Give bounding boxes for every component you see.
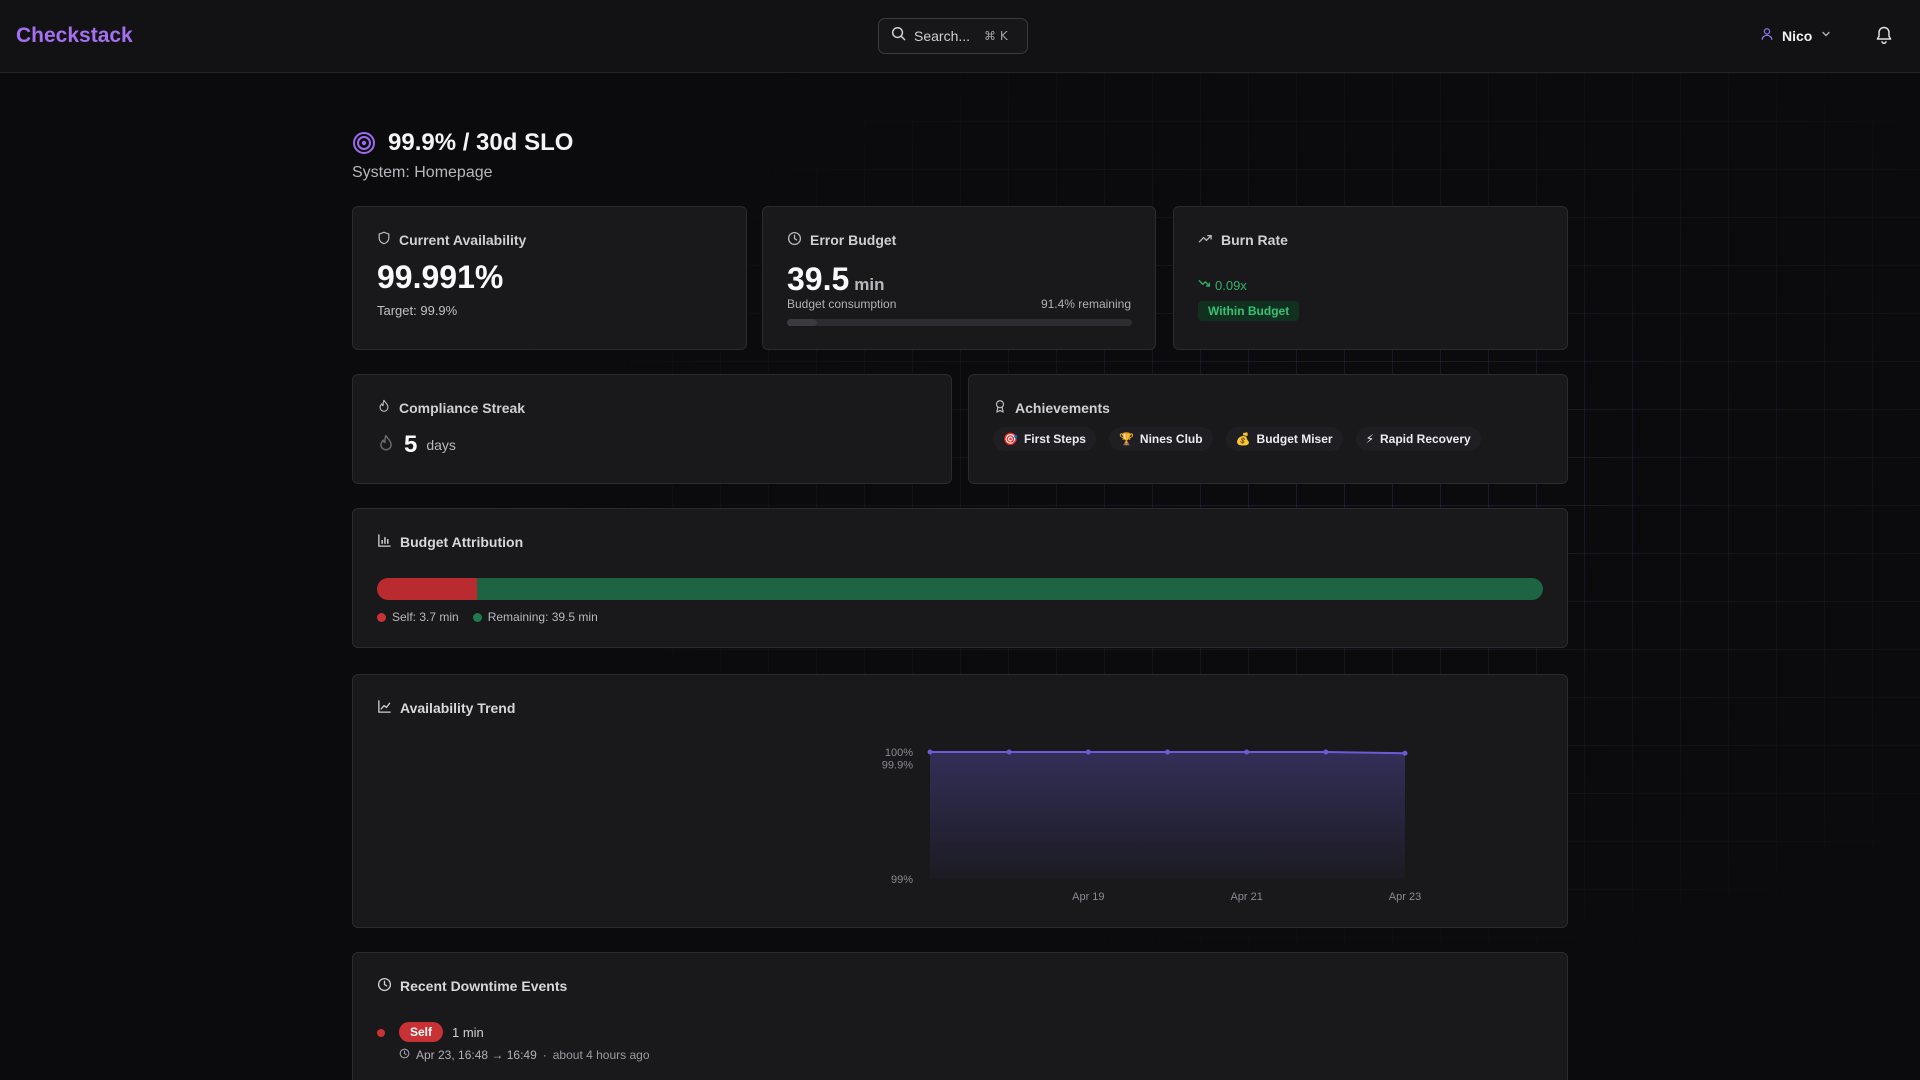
budget-consumption-label: Budget consumption — [787, 297, 897, 311]
trend-point[interactable] — [927, 749, 933, 755]
search-shortcut: ⌘ K — [984, 29, 1008, 43]
error-budget-unit: min — [854, 275, 885, 294]
event-relative-time: about 4 hours ago — [552, 1048, 650, 1062]
user-name: Nico — [1782, 28, 1813, 44]
error-budget-card: Error Budget 39.5 min Budget consumption… — [762, 206, 1156, 350]
notifications-bell-icon[interactable] — [1874, 25, 1894, 50]
bar-chart-icon — [377, 533, 392, 551]
availability-trend-chart: 100%99.9% 99% Apr 19 Apr 21 Apr 23 — [882, 747, 1421, 903]
achievement-chip[interactable]: 💰 Budget Miser — [1225, 427, 1343, 451]
user-icon — [1760, 27, 1774, 46]
attribution-title: Budget Attribution — [400, 534, 524, 550]
error-budget-title: Error Budget — [810, 232, 897, 248]
x-tick-label: Apr 19 — [1072, 891, 1104, 903]
event-time-range: Apr 23, 16:48 → 16:49 — [416, 1048, 537, 1062]
search-button[interactable]: Search... ⌘ K — [878, 18, 1028, 54]
event-duration: 1 min — [452, 1025, 484, 1040]
legend-self: Self: 3.7 min — [377, 610, 459, 624]
error-budget-value-row: 39.5 min — [787, 261, 885, 298]
target-icon — [352, 131, 376, 160]
achievement-label: Budget Miser — [1256, 432, 1333, 446]
budget-attribution-card: Budget Attribution Self: 3.7 min Remaini… — [352, 508, 1568, 648]
clock-icon — [377, 977, 392, 995]
streak-title: Compliance Streak — [399, 399, 526, 416]
achievement-chip[interactable]: ⚡ Rapid Recovery — [1355, 427, 1481, 451]
y-tick-label: 100% — [885, 747, 913, 759]
y-tick-label: 99% — [891, 874, 913, 886]
award-icon — [993, 399, 1007, 416]
availability-target: Target: 99.9% — [377, 303, 458, 318]
availability-title: Current Availability — [399, 231, 527, 248]
downtime-title: Recent Downtime Events — [400, 978, 568, 994]
streak-unit: days — [426, 437, 456, 453]
chevron-down-icon — [1820, 27, 1832, 45]
availability-trend-card: Availability Trend 100% 99.9% 99% Apr 19 Apr… — [352, 674, 1568, 928]
achievement-label: Nines Club — [1139, 432, 1203, 446]
attribution-self-segment — [377, 578, 477, 600]
legend-remaining: Remaining: 39.5 min — [472, 610, 598, 624]
achievement-label: First Steps — [1023, 432, 1086, 446]
trend-point[interactable] — [1244, 749, 1250, 755]
lightning-icon: ⚡ — [1365, 432, 1374, 446]
achievements-title: Achievements — [1015, 399, 1110, 416]
trending-down-icon — [1198, 277, 1211, 293]
compliance-streak-card: Compliance Streak 5 days — [352, 374, 952, 484]
availability-card: Current Availability 99.991% Target: 99.… — [352, 206, 747, 350]
achievements-card: Achievements 🎯 First Steps 🏆 Nines Club … — [968, 374, 1568, 484]
legend-remaining-label: Remaining: 39.5 min — [487, 610, 598, 624]
streak-value: 5 — [404, 431, 418, 458]
budget-progress-bar — [787, 319, 1132, 326]
trend-point[interactable] — [1323, 749, 1329, 755]
achievement-chip[interactable]: 🏆 Nines Club — [1108, 427, 1213, 451]
achievement-list: 🎯 First Steps 🏆 Nines Club 💰 Budget Mise… — [993, 427, 1481, 451]
brand-logo[interactable]: Checkstack — [16, 24, 133, 48]
shield-icon — [377, 231, 391, 248]
top-bar: Checkstack Search... ⌘ K Nico — [0, 0, 1920, 73]
trend-point[interactable] — [1085, 749, 1091, 755]
user-menu[interactable]: Nico — [1760, 24, 1832, 48]
attribution-legend: Self: 3.7 min Remaining: 39.5 min — [377, 610, 598, 624]
burn-rate-title: Burn Rate — [1221, 232, 1288, 248]
streak-flame-icon — [377, 434, 395, 457]
event-status-dot — [377, 1029, 385, 1037]
attribution-remaining-segment — [476, 578, 1543, 600]
y-tick-label: 99.9% — [882, 760, 913, 772]
x-tick-label: Apr 21 — [1230, 891, 1262, 903]
page-title: 99.9% / 30d SLO — [388, 129, 574, 156]
trending-up-icon — [1198, 231, 1213, 249]
budget-remaining-label: 91.4% remaining — [1040, 297, 1131, 311]
flame-icon — [377, 399, 391, 416]
trend-point[interactable] — [1402, 750, 1408, 756]
budget-progress-fill — [787, 319, 817, 326]
attribution-bar — [377, 578, 1543, 600]
trend-point[interactable] — [1165, 749, 1170, 755]
page-subtitle: System: Homepage — [352, 164, 493, 181]
burn-rate-status-badge: Within Budget — [1198, 301, 1300, 321]
clock-icon — [787, 231, 802, 249]
burn-rate-value: 0.09x — [1215, 277, 1247, 293]
x-tick-label: Apr 23 — [1389, 891, 1421, 903]
dart-target-icon: 🎯 — [1003, 432, 1018, 446]
trophy-icon: 🏆 — [1118, 432, 1134, 446]
trend-area — [930, 752, 1405, 879]
search-icon — [891, 26, 906, 46]
burn-rate-card: Burn Rate 0.09x Within Budget — [1173, 206, 1568, 350]
money-bag-icon: 💰 — [1235, 432, 1251, 446]
downtime-events-card: Recent Downtime Events Self 1 min Apr 23… — [352, 952, 1568, 1080]
search-label: Search... — [914, 28, 971, 44]
clock-icon — [399, 1048, 410, 1062]
availability-value: 99.991% — [377, 259, 504, 295]
achievement-label: Rapid Recovery — [1380, 432, 1471, 446]
error-budget-value: 39.5 — [787, 261, 850, 297]
trend-point[interactable] — [1006, 749, 1012, 755]
event-source-badge: Self — [399, 1022, 444, 1042]
legend-self-label: Self: 3.7 min — [392, 610, 459, 624]
achievement-chip[interactable]: 🎯 First Steps — [993, 427, 1096, 451]
